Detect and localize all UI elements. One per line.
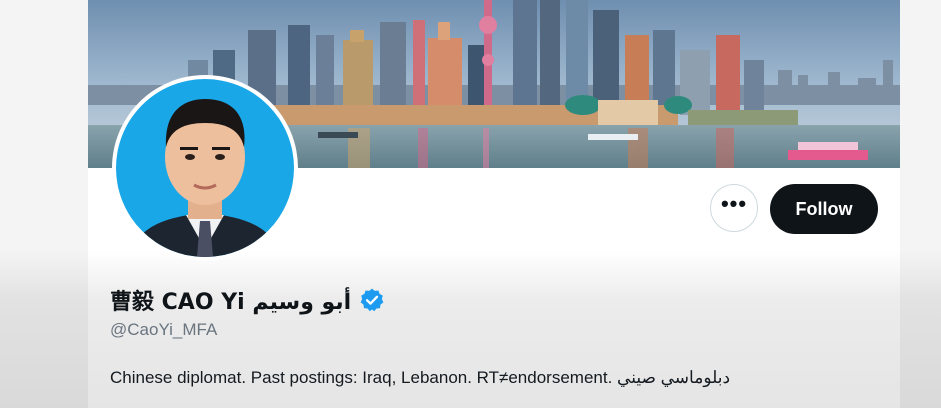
avatar[interactable] (112, 75, 298, 261)
profile-name-row: 曹毅 CAO Yi أبو وسيم (110, 282, 385, 318)
more-horizontal-icon: ••• (720, 191, 748, 216)
profile-bio: Chinese diplomat. Past postings: Iraq, L… (110, 368, 731, 387)
profile-handle: @CaoYi_MFA (110, 320, 218, 339)
verified-badge-icon (359, 287, 385, 313)
follow-button[interactable]: Follow (770, 184, 878, 234)
profile-card: ••• Follow 曹毅 CAO Yi أبو وسيم @CaoYi_MFA… (88, 0, 900, 408)
display-name: 曹毅 CAO Yi أبو وسيم (110, 290, 352, 315)
more-options-button[interactable]: ••• (710, 184, 758, 232)
